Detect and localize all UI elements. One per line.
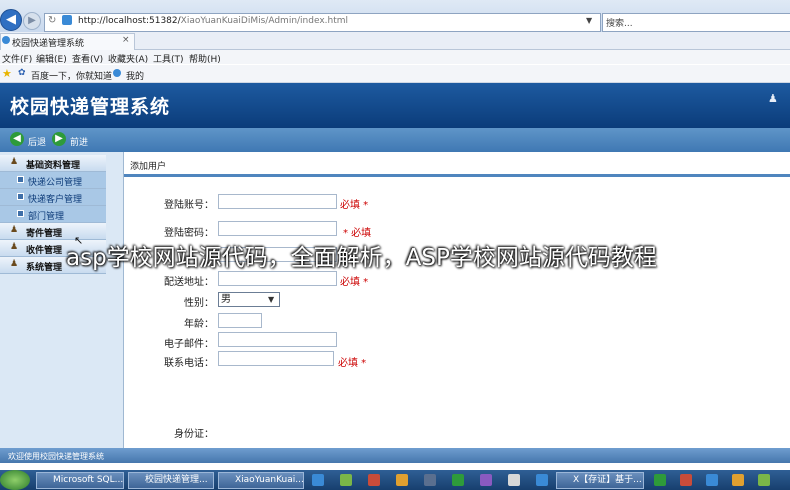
menu-tools[interactable]: 工具(T) bbox=[153, 52, 184, 65]
bullet-icon bbox=[17, 210, 24, 217]
person-icon: ♟ bbox=[10, 242, 19, 252]
tab-title: 校园快递管理系统 bbox=[12, 39, 85, 49]
app-tray-icon[interactable] bbox=[508, 474, 520, 486]
delivery-address-input[interactable] bbox=[218, 271, 337, 286]
app-tray-icon[interactable] bbox=[706, 474, 718, 486]
back-link[interactable]: 后退 bbox=[28, 135, 46, 148]
login-password-label: 登陆密码： bbox=[164, 228, 214, 239]
favorite-link-baidu[interactable]: 百度一下，你就知道 bbox=[31, 69, 112, 82]
app-tray-icon[interactable] bbox=[732, 474, 744, 486]
app-tray-icon[interactable] bbox=[340, 474, 352, 486]
content-header bbox=[124, 156, 790, 175]
browser-forward-button[interactable]: ▶ bbox=[23, 12, 41, 30]
ie-page-icon bbox=[62, 15, 72, 25]
tab-favicon-icon bbox=[2, 36, 10, 44]
sidebar-item-label: 系统管理 bbox=[26, 263, 63, 273]
required-hint: * 必填 bbox=[343, 228, 372, 239]
favorites-star-icon[interactable]: ★ bbox=[2, 67, 12, 80]
app-tray-icon[interactable] bbox=[480, 474, 492, 486]
app-tray-icon[interactable] bbox=[680, 474, 692, 486]
login-account-input[interactable] bbox=[218, 194, 337, 209]
app-tray-icon[interactable] bbox=[368, 474, 380, 486]
id-card-label: 身份证： bbox=[174, 429, 214, 440]
baidu-paw-icon: ✿ bbox=[18, 68, 26, 78]
sidebar-item-label: 寄件管理 bbox=[26, 229, 63, 239]
sidebar-item-department[interactable]: 部门管理 bbox=[0, 206, 106, 223]
app-tray-icon[interactable] bbox=[452, 474, 464, 486]
sidebar-item-label: 部门管理 bbox=[28, 212, 65, 222]
delivery-address-label: 配送地址： bbox=[164, 277, 214, 288]
favorite-page-icon bbox=[113, 69, 121, 77]
user-icon[interactable]: ♟ bbox=[768, 92, 778, 105]
chevron-down-icon[interactable]: ▼ bbox=[268, 295, 274, 304]
favorite-link-mine[interactable]: 我的 bbox=[126, 69, 144, 82]
sidebar-item-label: 收件管理 bbox=[26, 246, 63, 256]
folder-tray-icon[interactable] bbox=[396, 474, 408, 486]
search-placeholder: 搜索... bbox=[606, 19, 633, 29]
page-title: 添加用户 bbox=[130, 162, 167, 172]
login-password-input[interactable] bbox=[218, 221, 337, 236]
app-tray-icon[interactable] bbox=[424, 474, 436, 486]
sidebar-item-label: 基础资料管理 bbox=[26, 161, 81, 171]
taskbar-button-project[interactable]: XiaoYuanKuai... bbox=[218, 472, 304, 489]
taskbar-button-doc[interactable]: X【存证】基于... bbox=[556, 472, 644, 489]
menu-help[interactable]: 帮助(H) bbox=[189, 52, 221, 65]
address-text: http://localhost:51382/XiaoYuanKuaiDiMis… bbox=[78, 16, 349, 26]
app-tray-icon[interactable] bbox=[536, 474, 548, 486]
required-hint: 必填 * bbox=[338, 358, 367, 369]
age-label: 年龄： bbox=[184, 319, 214, 330]
address-dropdown-icon[interactable]: ▼ bbox=[586, 16, 592, 25]
menu-favorites[interactable]: 收藏夹(A) bbox=[108, 52, 148, 65]
start-button[interactable] bbox=[0, 470, 30, 490]
sidebar-item-label: 快递公司管理 bbox=[28, 178, 83, 188]
tab-close-icon[interactable]: × bbox=[122, 35, 130, 45]
required-hint: 必填 * bbox=[340, 277, 369, 288]
person-icon: ♟ bbox=[10, 157, 19, 167]
app-toolbar bbox=[0, 128, 790, 152]
app-tray-icon[interactable] bbox=[654, 474, 666, 486]
ie-tray-icon[interactable] bbox=[312, 474, 324, 486]
back-arrow-icon[interactable]: ◀ bbox=[10, 132, 24, 146]
menu-edit[interactable]: 编辑(E) bbox=[36, 52, 67, 65]
sidebar-item-label: 快递客户管理 bbox=[28, 195, 83, 205]
app-title: 校园快递管理系统 bbox=[10, 96, 171, 118]
email-input[interactable] bbox=[218, 332, 337, 347]
age-input[interactable] bbox=[218, 313, 262, 328]
browser-back-button[interactable]: ◀ bbox=[0, 9, 22, 31]
phone-label: 联系电话： bbox=[164, 358, 214, 369]
forward-link[interactable]: 前进 bbox=[70, 135, 88, 148]
refresh-icon[interactable]: ↻ bbox=[48, 15, 56, 26]
forward-arrow-icon[interactable]: ▶ bbox=[52, 132, 66, 146]
app-footer bbox=[0, 448, 790, 463]
content-divider bbox=[124, 174, 790, 177]
phone-input[interactable] bbox=[218, 351, 334, 366]
bullet-icon bbox=[17, 176, 24, 183]
gender-label: 性别： bbox=[184, 298, 214, 309]
sidebar: ♟ 基础资料管理 快递公司管理 快递客户管理 部门管理 ♟ 寄件管理 ♟ 收件管… bbox=[0, 152, 124, 448]
sidebar-item-courier-customer[interactable]: 快递客户管理 bbox=[0, 189, 106, 206]
app-tray-icon[interactable] bbox=[758, 474, 770, 486]
login-account-label: 登陆账号： bbox=[164, 200, 214, 211]
bullet-icon bbox=[17, 193, 24, 200]
person-icon: ♟ bbox=[10, 259, 19, 269]
person-icon: ♟ bbox=[10, 225, 19, 235]
menu-view[interactable]: 查看(V) bbox=[72, 52, 103, 65]
taskbar-button-app[interactable]: 校园快递管理... bbox=[128, 472, 214, 489]
email-label: 电子邮件： bbox=[164, 339, 214, 350]
menu-file[interactable]: 文件(F) bbox=[2, 52, 32, 65]
required-hint: 必填 * bbox=[340, 200, 369, 211]
footer-text: 欢迎使用校园快递管理系统 bbox=[8, 452, 104, 461]
sidebar-item-basic-data[interactable]: ♟ 基础资料管理 bbox=[0, 155, 106, 172]
watermark-caption: asp学校网站源代码，全面解析，ASP学校网站源代码教程 bbox=[66, 245, 657, 271]
taskbar-button-sql[interactable]: Microsoft SQL... bbox=[36, 472, 124, 489]
sidebar-item-courier-company[interactable]: 快递公司管理 bbox=[0, 172, 106, 189]
